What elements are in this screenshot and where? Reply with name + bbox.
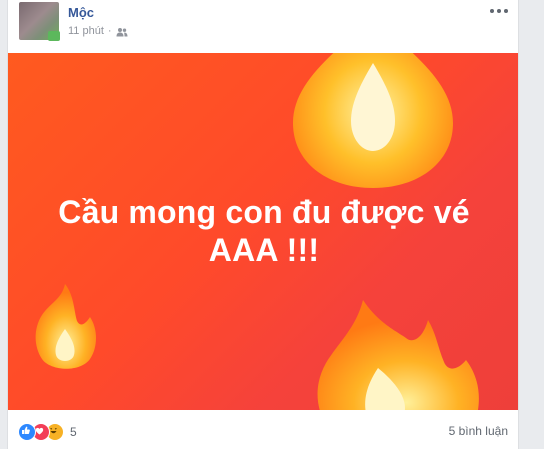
fire-emoji-icon xyxy=(35,284,96,369)
post-text-line2: AAA !!! xyxy=(208,232,320,268)
comments-count-link[interactable]: 5 bình luận xyxy=(449,424,508,438)
more-options-button[interactable] xyxy=(490,6,508,16)
post-timestamp[interactable]: 11 phút xyxy=(68,25,104,37)
post-image[interactable]: Cầu mong con đu được vé AAA !!! xyxy=(8,53,518,410)
post-footer: 5 5 bình luận xyxy=(8,410,518,449)
post-text-line1: Cầu mong con đu được vé xyxy=(58,194,470,230)
avatar[interactable] xyxy=(19,2,60,41)
dot-icon xyxy=(504,9,508,13)
post-card: Mộc 11 phút · Cầu mong con đu được vé AA… xyxy=(7,0,519,449)
reaction-count: 5 xyxy=(70,425,77,439)
like-icon xyxy=(18,423,36,441)
meta-separator: · xyxy=(107,25,112,37)
friends-icon[interactable] xyxy=(116,27,128,37)
fire-emoji-icon xyxy=(317,300,479,410)
post-header: Mộc 11 phút · xyxy=(8,0,518,52)
post-image-text: Cầu mong con đu được vé AAA !!! xyxy=(8,193,518,269)
reactions-summary[interactable]: 5 xyxy=(18,423,77,441)
dot-icon xyxy=(497,9,501,13)
author-name[interactable]: Mộc xyxy=(68,5,94,20)
dot-icon xyxy=(490,9,494,13)
fire-emoji-icon xyxy=(293,53,453,188)
post-meta: 11 phút · xyxy=(68,25,128,37)
